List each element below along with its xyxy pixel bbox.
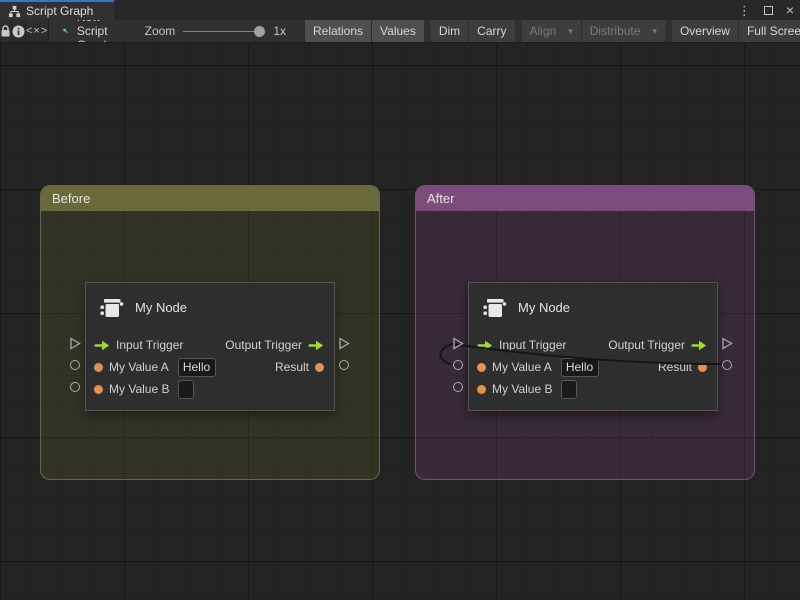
value-port-dot[interactable] (94, 363, 103, 372)
chevron-down-icon: ▾ (568, 26, 573, 37)
node-my-node-after[interactable]: My Node Input Trigger Output Trigger (468, 282, 718, 411)
input-trigger-port[interactable]: Input Trigger (94, 338, 183, 352)
toolbar-buttons: Relations Values Dim Carry Align ▾ Distr… (298, 20, 800, 42)
result-port[interactable]: Result (275, 360, 324, 374)
value-b-port[interactable]: My Value B (477, 380, 577, 399)
maximize-icon[interactable] (764, 6, 773, 15)
zoom-value: 1x (273, 24, 286, 38)
graph-asset-icon (63, 24, 70, 39)
flow-arrow-icon (94, 340, 110, 351)
value-b-input[interactable] (178, 380, 194, 399)
external-input-trigger-port-after[interactable] (452, 337, 464, 350)
code-view-button[interactable]: <×> (26, 20, 49, 42)
external-output-trigger-port-after[interactable] (721, 337, 733, 350)
external-result-port-after[interactable] (722, 360, 732, 370)
node-header[interactable]: My Node (86, 283, 334, 321)
value-b-row: My Value B (86, 378, 334, 400)
carry-button[interactable]: Carry (468, 20, 514, 42)
external-value-a-port-after[interactable] (453, 360, 463, 370)
values-button[interactable]: Values (371, 20, 424, 42)
value-a-port[interactable]: My Value A (477, 358, 599, 377)
group-before-label: Before (52, 191, 90, 206)
value-b-row: My Value B (469, 378, 717, 400)
graph-toolbar: <×> New Script Graph Zoom 1x Relations V… (0, 20, 800, 43)
zoom-slider[interactable] (183, 20, 265, 43)
relations-button[interactable]: Relations (305, 20, 371, 42)
group-after-header[interactable]: After (416, 186, 754, 211)
close-icon[interactable]: × (786, 3, 794, 17)
flow-arrow-icon (308, 340, 324, 351)
value-a-row: My Value A Result (86, 356, 334, 378)
group-after-label: After (427, 191, 454, 206)
value-port-dot[interactable] (94, 385, 103, 394)
node-title: My Node (518, 300, 570, 315)
tab-title: Script Graph (26, 4, 93, 18)
graph-breadcrumb[interactable]: New Script Graph (63, 20, 118, 42)
script-graph-window: Script Graph ⋮ × <×> (0, 0, 800, 600)
full-screen-button[interactable]: Full Screen (738, 20, 800, 42)
node-header[interactable]: My Node (469, 283, 717, 321)
tab-bar: Script Graph ⋮ × (0, 0, 800, 20)
info-button[interactable] (12, 20, 26, 42)
unit-node-icon (99, 295, 125, 321)
window-controls: ⋮ × (738, 0, 794, 20)
value-a-port[interactable]: My Value A (94, 358, 216, 377)
output-trigger-port[interactable]: Output Trigger (225, 338, 324, 352)
external-value-b-port-after[interactable] (453, 382, 463, 392)
window-menu-icon[interactable]: ⋮ (738, 4, 751, 17)
external-output-trigger-port-before[interactable] (338, 337, 350, 350)
value-a-input[interactable] (178, 358, 216, 377)
external-value-b-port-before[interactable] (70, 382, 80, 392)
zoom-label: Zoom (145, 24, 176, 38)
output-trigger-port[interactable]: Output Trigger (608, 338, 707, 352)
node-my-node-before[interactable]: My Node Input Trigger Output Trigger (85, 282, 335, 411)
group-before-header[interactable]: Before (41, 186, 379, 211)
value-b-input[interactable] (561, 380, 577, 399)
tab-script-graph[interactable]: Script Graph (0, 0, 114, 20)
chevron-down-icon: ▾ (652, 26, 657, 37)
dim-button[interactable]: Dim (431, 20, 468, 42)
value-port-dot[interactable] (315, 363, 324, 372)
graph-canvas[interactable]: Before After My Node (0, 43, 800, 600)
external-result-port-before[interactable] (339, 360, 349, 370)
value-b-port[interactable]: My Value B (94, 380, 194, 399)
node-title: My Node (135, 300, 187, 315)
unit-node-icon (482, 295, 508, 321)
code-view-glyph: <×> (26, 25, 48, 37)
external-value-a-port-before[interactable] (70, 360, 80, 370)
info-icon (12, 25, 25, 38)
overview-button[interactable]: Overview (672, 20, 738, 42)
value-a-input[interactable] (561, 358, 599, 377)
value-port-dot[interactable] (477, 385, 486, 394)
distribute-button[interactable]: Distribute ▾ (581, 20, 665, 42)
align-button[interactable]: Align ▾ (522, 20, 581, 42)
trigger-row: Input Trigger Output Trigger (469, 334, 717, 356)
external-input-trigger-port-before[interactable] (69, 337, 81, 350)
zoom-control: Zoom 1x (145, 20, 286, 42)
script-graph-icon (8, 5, 21, 18)
lock-icon (0, 25, 11, 38)
trigger-row: Input Trigger Output Trigger (86, 334, 334, 356)
graph-name: New Script Graph (77, 20, 119, 43)
flow-arrow-icon (691, 340, 707, 351)
zoom-slider-handle[interactable] (254, 26, 265, 37)
value-port-dot[interactable] (477, 363, 486, 372)
lock-button[interactable] (0, 20, 12, 42)
